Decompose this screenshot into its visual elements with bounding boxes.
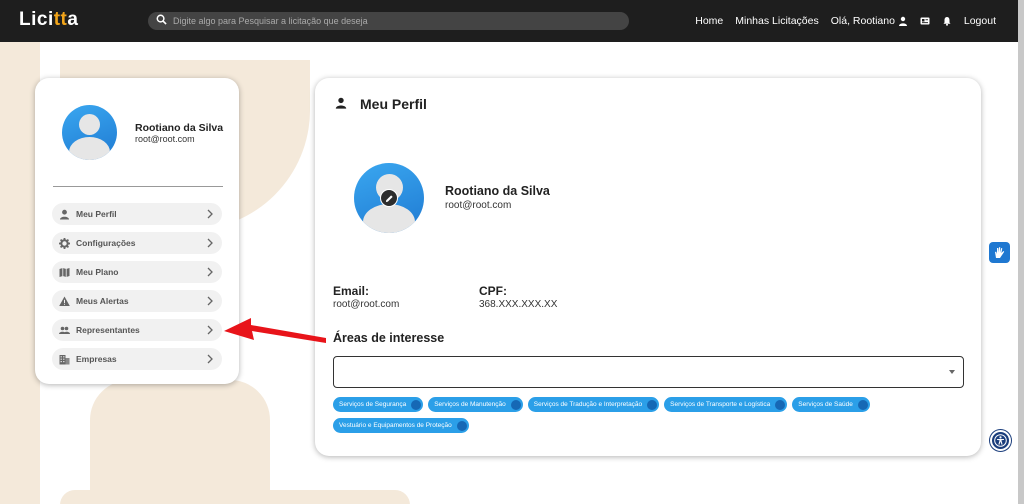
warning-icon bbox=[59, 296, 70, 307]
building-icon bbox=[59, 354, 70, 365]
sidebar-user-email: root@root.com bbox=[135, 134, 195, 144]
chip-remove-icon[interactable] bbox=[456, 420, 467, 431]
chip-area: Vestuário e Equipamentos de Proteção bbox=[333, 418, 469, 433]
logo[interactable]: Licitta bbox=[19, 9, 78, 31]
hand-icon bbox=[995, 247, 1005, 258]
sidebar-menu: Meu Perfil Configurações Meu Plano Meus … bbox=[52, 203, 222, 377]
chip-remove-icon[interactable] bbox=[857, 399, 868, 410]
profile-user-email: root@root.com bbox=[445, 200, 512, 211]
chevron-right-icon bbox=[207, 209, 213, 219]
search-icon bbox=[156, 12, 167, 30]
page-title: Meu Perfil bbox=[360, 96, 427, 112]
chevron-right-icon bbox=[207, 296, 213, 306]
chip-remove-icon[interactable] bbox=[775, 399, 786, 410]
accessibility-icon bbox=[994, 434, 1007, 447]
people-icon bbox=[59, 325, 70, 336]
top-navbar: Licitta Home Minhas Licitações Olá, Root… bbox=[0, 0, 1018, 42]
person-icon bbox=[59, 209, 70, 220]
nav-links: Home Minhas Licitações Olá, Rootiano Log… bbox=[683, 0, 996, 42]
logout-link[interactable]: Logout bbox=[964, 15, 996, 27]
chevron-right-icon bbox=[207, 325, 213, 335]
person-icon bbox=[335, 97, 347, 109]
areas-interesse-select[interactable] bbox=[333, 356, 964, 388]
sidebar-item-meus-alertas[interactable]: Meus Alertas bbox=[52, 290, 222, 312]
edit-avatar-button[interactable] bbox=[380, 189, 398, 207]
background-shape bbox=[0, 42, 40, 504]
chip-remove-icon[interactable] bbox=[411, 399, 422, 410]
nav-home[interactable]: Home bbox=[695, 15, 723, 27]
pencil-icon bbox=[385, 194, 393, 202]
chip-area: Serviços de Manutenção bbox=[428, 397, 523, 412]
divider bbox=[53, 186, 223, 187]
cpf-value: 368.XXX.XXX.XX bbox=[479, 299, 558, 310]
chip-remove-icon[interactable] bbox=[647, 399, 658, 410]
nav-user-greeting[interactable]: Olá, Rootiano bbox=[831, 15, 908, 27]
sidebar-user-name: Rootiano da Silva bbox=[135, 122, 224, 134]
chevron-right-icon bbox=[207, 354, 213, 364]
red-arrow-annotation bbox=[224, 318, 326, 343]
id-card-icon[interactable] bbox=[920, 16, 930, 26]
chevron-right-icon bbox=[207, 238, 213, 248]
search-bar[interactable] bbox=[148, 12, 629, 30]
bell-icon[interactable] bbox=[942, 16, 952, 26]
sign-language-button[interactable] bbox=[989, 242, 1010, 263]
scrollbar-track[interactable] bbox=[1018, 0, 1024, 504]
search-input[interactable] bbox=[173, 16, 613, 26]
email-value: root@root.com bbox=[333, 299, 400, 310]
map-icon bbox=[59, 267, 70, 278]
sidebar-item-meu-perfil[interactable]: Meu Perfil bbox=[52, 203, 222, 225]
chevron-down-icon[interactable] bbox=[949, 370, 955, 374]
gear-icon bbox=[59, 237, 70, 249]
profile-user-name: Rootiano da Silva bbox=[445, 184, 550, 198]
cpf-label: CPF: bbox=[479, 284, 507, 298]
sidebar-item-meu-plano[interactable]: Meu Plano bbox=[52, 261, 222, 283]
scrollbar-thumb[interactable] bbox=[1018, 0, 1024, 504]
areas-chips: Serviços de Segurança Serviços de Manute… bbox=[333, 397, 973, 433]
sidebar-avatar bbox=[62, 105, 117, 160]
user-icon bbox=[898, 16, 907, 26]
sidebar-item-representantes[interactable]: Representantes bbox=[52, 319, 222, 341]
email-label: Email: bbox=[333, 284, 370, 298]
nav-minhas-licitacoes[interactable]: Minhas Licitações bbox=[735, 15, 818, 27]
chip-remove-icon[interactable] bbox=[510, 399, 521, 410]
chip-area: Serviços de Transporte e Logística bbox=[664, 397, 788, 412]
accessibility-button[interactable] bbox=[990, 430, 1011, 451]
chip-area: Serviços de Tradução e Interpretação bbox=[527, 397, 660, 412]
background-shape bbox=[60, 490, 410, 504]
chip-area: Serviços de Segurança bbox=[333, 397, 424, 412]
sidebar-item-empresas[interactable]: Empresas bbox=[52, 348, 222, 370]
chevron-right-icon bbox=[207, 267, 213, 277]
background-shape bbox=[90, 380, 270, 504]
chip-area: Serviços de Saúde bbox=[792, 397, 870, 412]
areas-interesse-title: Áreas de interesse bbox=[333, 331, 445, 345]
sidebar-item-configuracoes[interactable]: Configurações bbox=[52, 232, 222, 254]
